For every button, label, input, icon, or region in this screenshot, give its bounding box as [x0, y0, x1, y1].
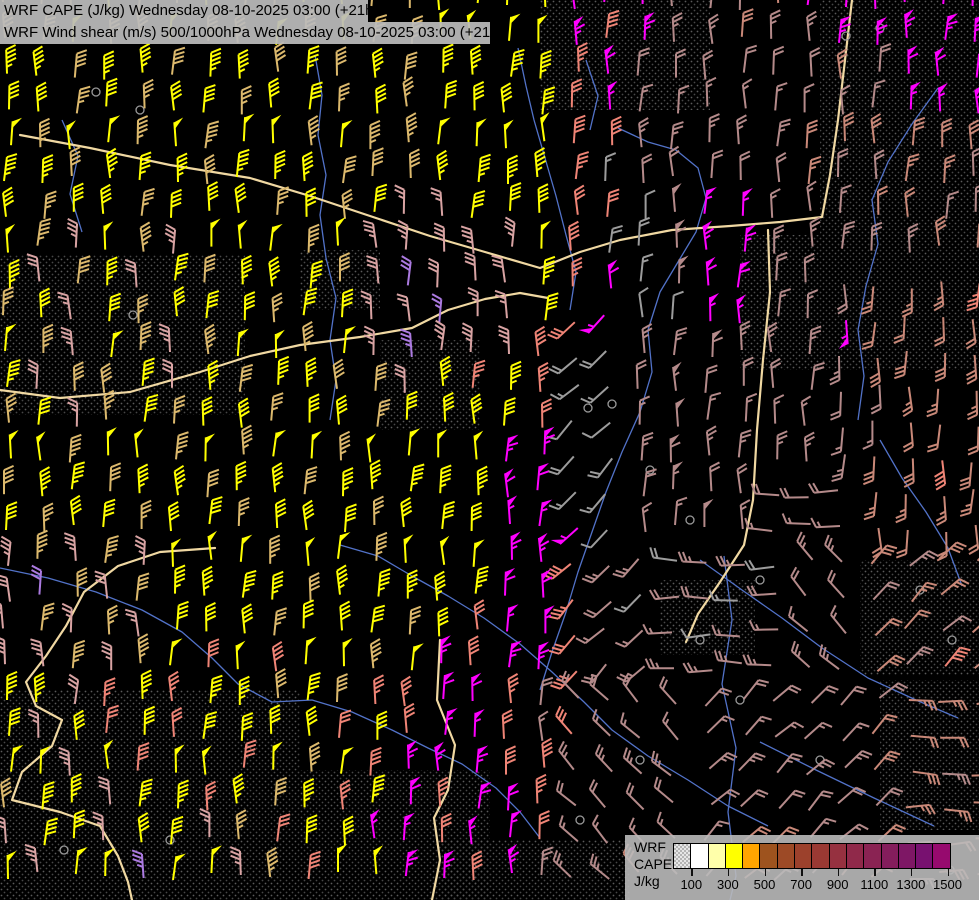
legend-tick-mark	[911, 869, 913, 876]
legend-color-box	[708, 843, 726, 869]
legend-color-box	[829, 843, 847, 869]
legend-color-box	[932, 843, 950, 869]
legend-tick-mark	[765, 869, 767, 876]
legend-color-box	[690, 843, 708, 869]
legend-color-box	[742, 843, 760, 869]
legend-label-cape: CAPE	[634, 856, 672, 873]
legend-tick-mark	[728, 869, 730, 876]
legend-tick-mark	[838, 869, 840, 876]
legend-color-box	[673, 843, 691, 869]
legend-color-box	[811, 843, 829, 869]
legend-color-box	[846, 843, 864, 869]
title-cape-text: WRF CAPE (J/kg) Wednesday 08-10-2025 03:…	[4, 2, 379, 19]
title-bar-wind-shear: WRF Wind shear (m/s) 500/1000hPa Wednesd…	[0, 22, 490, 44]
legend-color-boxes	[673, 843, 969, 867]
legend-label-wrf: WRF	[634, 839, 672, 856]
legend-label-unit: J/kg	[634, 873, 672, 890]
legend-tick-mark	[874, 869, 876, 876]
legend-tick-mark	[801, 869, 803, 876]
cape-legend: WRF CAPE J/kg 10030050070090011001300150…	[625, 835, 979, 900]
map-canvas	[0, 0, 979, 900]
legend-color-box	[863, 843, 881, 869]
weather-map-app: WRF CAPE (J/kg) Wednesday 08-10-2025 03:…	[0, 0, 979, 900]
legend-color-box	[777, 843, 795, 869]
legend-color-scale: 100300500700900110013001500	[673, 843, 969, 895]
terrain-stipple	[660, 580, 755, 655]
legend-label-stack: WRF CAPE J/kg	[634, 839, 672, 890]
title-wind-shear-text: WRF Wind shear (m/s) 500/1000hPa Wednesd…	[4, 24, 504, 41]
legend-color-box	[915, 843, 933, 869]
legend-color-box	[759, 843, 777, 869]
legend-tick-mark	[691, 869, 693, 876]
legend-color-box	[725, 843, 743, 869]
terrain-stipple	[440, 840, 630, 900]
legend-color-box	[794, 843, 812, 869]
legend-color-box	[898, 843, 916, 869]
terrain-stipple	[0, 255, 245, 415]
legend-tick-mark	[948, 869, 950, 876]
legend-color-box	[881, 843, 899, 869]
legend-tick-value: 1500	[926, 877, 970, 892]
terrain-stipple	[380, 340, 480, 430]
title-bar-cape: WRF CAPE (J/kg) Wednesday 08-10-2025 03:…	[0, 0, 368, 22]
